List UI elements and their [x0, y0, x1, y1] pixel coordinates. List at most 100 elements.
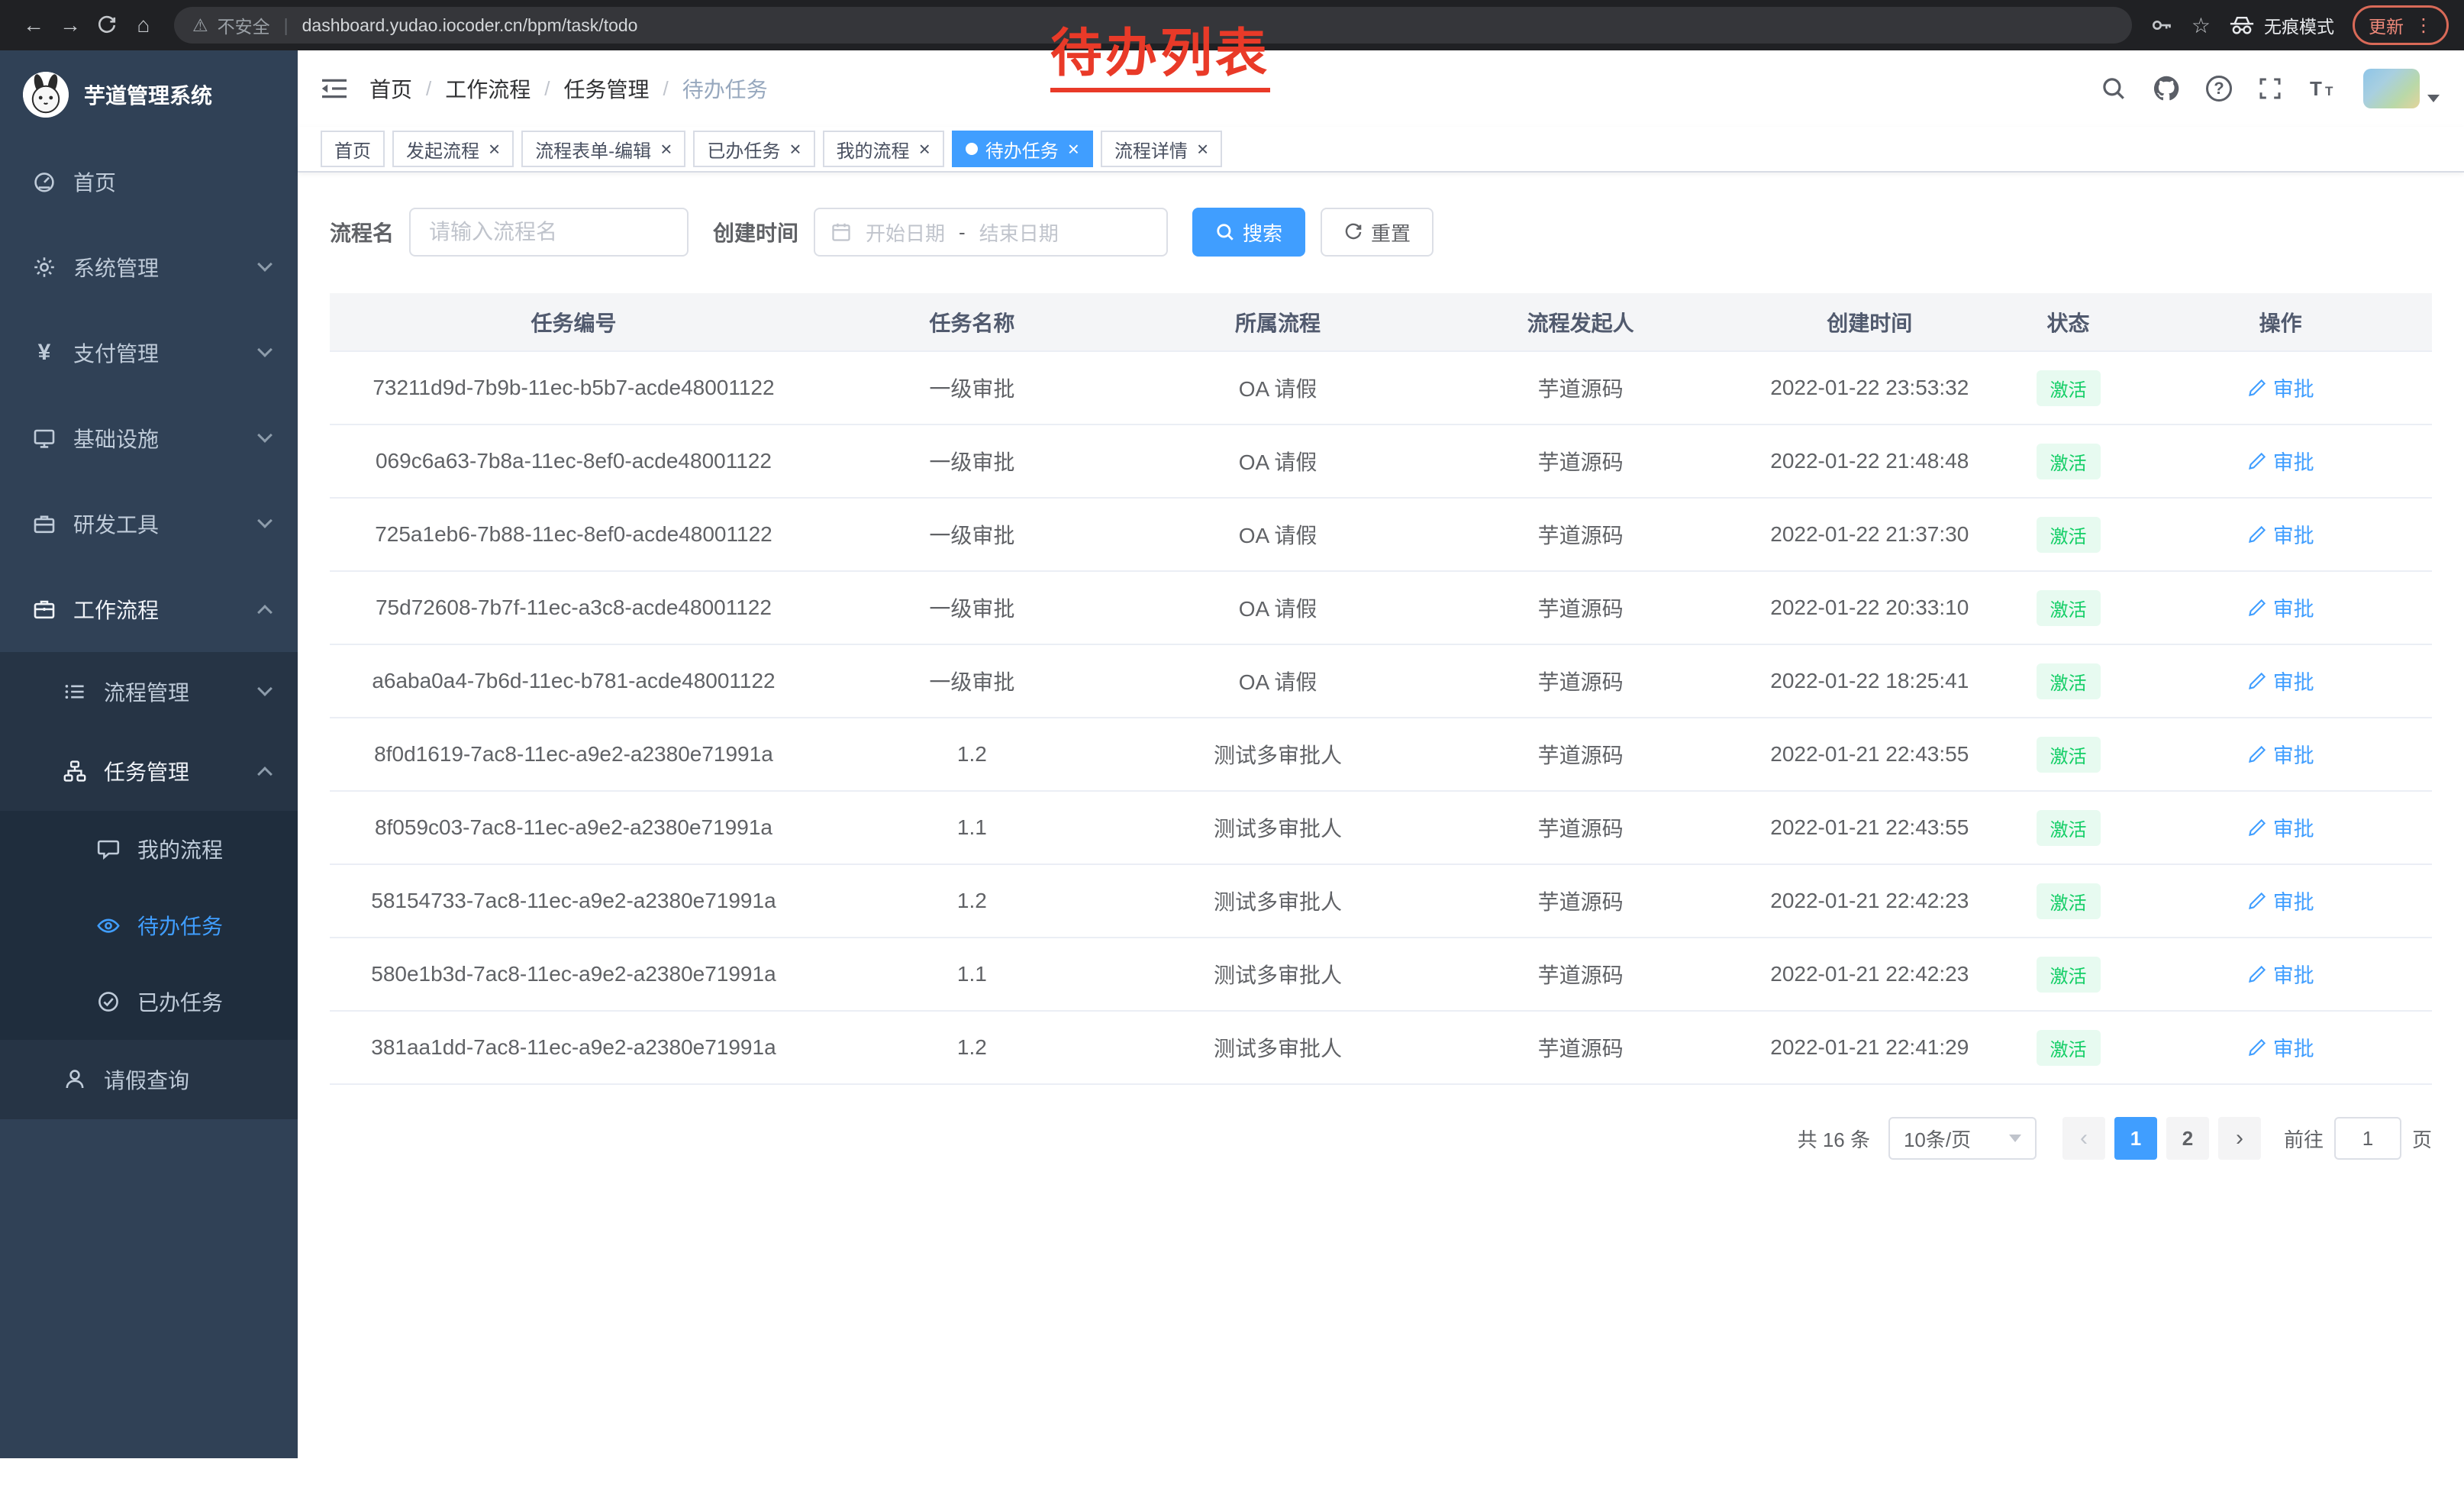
sidebar-item-payment[interactable]: ¥ 支付管理: [0, 310, 298, 395]
breadcrumb-workflow[interactable]: 工作流程: [445, 73, 531, 104]
cell-task-name: 一级审批: [818, 424, 1127, 498]
reset-button[interactable]: 重置: [1321, 208, 1434, 257]
breadcrumb-task-management[interactable]: 任务管理: [564, 73, 650, 104]
github-icon[interactable]: [2153, 75, 2180, 102]
sidebar-item-workflow[interactable]: 工作流程: [0, 567, 298, 652]
help-icon[interactable]: ?: [2206, 76, 2232, 102]
browser-menu-icon[interactable]: ⋮: [2414, 15, 2433, 37]
address-divider: |: [284, 15, 289, 36]
user-avatar[interactable]: [2363, 69, 2440, 108]
browser-back-button[interactable]: ←: [15, 7, 52, 44]
sidebar-item-leave-query[interactable]: 请假查询: [0, 1040, 298, 1119]
approve-link[interactable]: 审批: [2247, 519, 2314, 549]
approve-link[interactable]: 审批: [2247, 739, 2314, 769]
approve-link[interactable]: 审批: [2247, 886, 2314, 915]
tab-close-icon[interactable]: ×: [789, 139, 801, 159]
security-label[interactable]: 不安全: [218, 12, 270, 38]
approve-link[interactable]: 审批: [2247, 959, 2314, 989]
dashboard-icon: [31, 169, 58, 194]
process-name-input[interactable]: [409, 208, 689, 257]
cell-task-name: 1.1: [818, 938, 1127, 1011]
hierarchy-icon: [61, 759, 89, 783]
update-label: 更新: [2369, 12, 2404, 38]
tab-流程表单-编辑[interactable]: 流程表单-编辑 ×: [521, 131, 685, 167]
cell-status: 激活: [2008, 1011, 2130, 1084]
tab-我的流程[interactable]: 我的流程 ×: [823, 131, 944, 167]
cell-task-name: 一级审批: [818, 571, 1127, 644]
sidebar-item-task-management[interactable]: 任务管理: [0, 731, 298, 811]
cell-status: 激活: [2008, 718, 2130, 791]
approve-link-label: 审批: [2273, 519, 2314, 549]
search-icon[interactable]: [2101, 76, 2127, 102]
sidebar-item-process-management[interactable]: 流程管理: [0, 652, 298, 731]
approve-link[interactable]: 审批: [2247, 592, 2314, 622]
cell-actions: 审批: [2129, 498, 2432, 571]
cell-status: 激活: [2008, 424, 2130, 498]
cell-starter: 芋道源码: [1429, 351, 1732, 424]
tab-close-icon[interactable]: ×: [919, 139, 930, 159]
chevron-down-icon: [2009, 1135, 2021, 1142]
status-badge: 激活: [2037, 444, 2101, 479]
tab-close-icon[interactable]: ×: [489, 139, 500, 159]
status-badge: 激活: [2037, 590, 2101, 626]
browser-forward-button[interactable]: →: [52, 7, 89, 44]
sidebar-item-system[interactable]: 系统管理: [0, 224, 298, 310]
sidebar-item-my-processes[interactable]: 我的流程: [0, 811, 298, 887]
approve-link[interactable]: 审批: [2247, 373, 2314, 402]
tab-待办任务[interactable]: 待办任务 ×: [952, 131, 1093, 167]
logo-rabbit-icon: [23, 72, 69, 118]
tab-close-icon[interactable]: ×: [1068, 139, 1079, 159]
page-url: dashboard.yudao.iocoder.cn/bpm/task/todo: [302, 15, 638, 36]
approve-link[interactable]: 审批: [2247, 666, 2314, 696]
tab-close-icon[interactable]: ×: [660, 139, 672, 159]
chevron-down-icon: [257, 513, 273, 528]
font-size-icon[interactable]: TT: [2308, 76, 2337, 101]
page-button-2[interactable]: 2: [2166, 1117, 2209, 1160]
search-button[interactable]: 搜索: [1192, 208, 1305, 257]
date-range-picker[interactable]: 开始日期 - 结束日期: [814, 208, 1168, 257]
toolbox-icon: [31, 512, 58, 536]
incognito-icon: [2229, 15, 2255, 36]
password-key-icon[interactable]: [2150, 14, 2173, 37]
cell-task-id: 75d72608-7b7f-11ec-a3c8-acde48001122: [330, 571, 818, 644]
sidebar-item-todo-tasks[interactable]: 待办任务: [0, 887, 298, 964]
sidebar-item-devtools[interactable]: 研发工具: [0, 481, 298, 567]
incognito-label: 无痕模式: [2264, 12, 2334, 38]
cell-create-time: 2022-01-22 20:33:10: [1732, 571, 2008, 644]
approve-link[interactable]: 审批: [2247, 812, 2314, 842]
address-bar[interactable]: ⚠ 不安全 | dashboard.yudao.iocoder.cn/bpm/t…: [174, 7, 2132, 44]
browser-home-button[interactable]: ⌂: [125, 7, 162, 44]
browser-refresh-button[interactable]: [89, 7, 125, 44]
chat-icon: [95, 837, 122, 861]
sidebar-collapse-icon[interactable]: [321, 76, 348, 101]
prev-page-button[interactable]: ‹: [2062, 1117, 2105, 1160]
approve-link-label: 审批: [2273, 592, 2314, 622]
breadcrumb-home[interactable]: 首页: [369, 73, 412, 104]
status-badge: 激活: [2037, 883, 2101, 919]
bookmark-star-icon[interactable]: ☆: [2191, 13, 2211, 38]
cell-status: 激活: [2008, 351, 2130, 424]
goto-page-input[interactable]: [2334, 1117, 2401, 1160]
approve-link[interactable]: 审批: [2247, 1032, 2314, 1062]
cell-starter: 芋道源码: [1429, 644, 1732, 718]
approve-link[interactable]: 审批: [2247, 446, 2314, 476]
tab-close-icon[interactable]: ×: [1197, 139, 1208, 159]
next-page-button[interactable]: ›: [2218, 1117, 2261, 1160]
cell-task-id: 069c6a63-7b8a-11ec-8ef0-acde48001122: [330, 424, 818, 498]
edit-icon: [2247, 891, 2267, 911]
sidebar-item-done-tasks[interactable]: 已办任务: [0, 964, 298, 1040]
cell-task-name: 一级审批: [818, 498, 1127, 571]
tab-已办任务[interactable]: 已办任务 ×: [693, 131, 814, 167]
tab-发起流程[interactable]: 发起流程 ×: [392, 131, 514, 167]
browser-update-button[interactable]: 更新 ⋮: [2353, 5, 2449, 45]
sidebar-item-home[interactable]: 首页: [0, 139, 298, 224]
sidebar-item-infrastructure[interactable]: 基础设施: [0, 395, 298, 481]
edit-icon: [2247, 818, 2267, 838]
page-button-1[interactable]: 1: [2114, 1117, 2157, 1160]
approve-link-label: 审批: [2273, 446, 2314, 476]
tab-首页[interactable]: 首页: [321, 131, 385, 167]
tab-流程详情[interactable]: 流程详情 ×: [1101, 131, 1222, 167]
fullscreen-icon[interactable]: [2258, 76, 2282, 101]
page-size-select[interactable]: 10条/页: [1888, 1117, 2037, 1160]
approve-link-label: 审批: [2273, 666, 2314, 696]
